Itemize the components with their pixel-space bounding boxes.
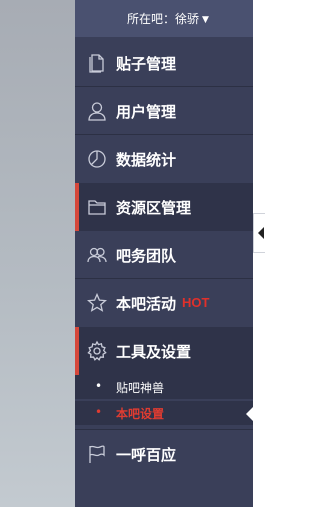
menu-item-label: 用户管理 [116, 103, 177, 121]
collapse-tab[interactable] [253, 213, 265, 253]
menu-item-resource-management[interactable]: 资源区管理 [75, 183, 253, 231]
menu-item-user-management[interactable]: 用户管理 [75, 87, 253, 135]
submenu-item-forum-beast[interactable]: • 贴吧神兽 [75, 375, 253, 399]
menu-item-tools-settings[interactable]: 工具及设置 [75, 327, 253, 375]
user-icon [86, 100, 108, 122]
bullet-icon: • [95, 379, 103, 393]
chevron-left-icon [258, 227, 264, 239]
bullet-icon: • [95, 405, 103, 419]
submenu-item-forum-settings[interactable]: • 本吧设置 [75, 401, 253, 425]
menu-item-label: 本吧活动 [116, 295, 177, 313]
menu-item-label: 工具及设置 [116, 343, 192, 361]
selected-pointer [246, 407, 253, 421]
forum-selector[interactable]: 所在吧：徐骄 ▼ [127, 10, 209, 27]
menu-item-data-statistics[interactable]: 数据统计 [75, 135, 253, 183]
forum-label: 所在吧：徐骄 [127, 12, 200, 26]
caret-down-icon: ▼ [202, 15, 209, 25]
menu-item-label: 吧务团队 [116, 247, 177, 265]
sidebar-header: 所在吧：徐骄 ▼ [75, 0, 253, 37]
menu-item-label: 一呼百应 [116, 446, 177, 464]
flag-icon [86, 443, 108, 465]
menu-item-label: 贴子管理 [116, 55, 177, 73]
star-icon [86, 292, 108, 314]
menu-item-team[interactable]: 吧务团队 [75, 231, 253, 279]
menu-item-label: 数据统计 [116, 151, 177, 169]
gear-icon [86, 340, 108, 362]
submenu-label: 贴吧神兽 [116, 381, 165, 395]
chart-clock-icon [86, 148, 108, 170]
active-marker [75, 327, 79, 375]
menu-item-post-management[interactable]: 贴子管理 [75, 39, 253, 87]
menu-item-broadcast[interactable]: 一呼百应 [75, 430, 253, 478]
sidebar: 所在吧：徐骄 ▼ 贴子管理 用户管理 数据统计 资源区管理 吧务团队 本吧活动 … [75, 0, 253, 507]
menu-item-label: 资源区管理 [116, 199, 192, 217]
page-background [0, 0, 75, 507]
folder-icon [86, 196, 108, 218]
active-marker [75, 183, 79, 231]
hot-badge: HOT [182, 295, 210, 310]
document-icon [86, 52, 108, 74]
menu-item-forum-activity[interactable]: 本吧活动 HOT [75, 279, 253, 327]
submenu-label: 本吧设置 [116, 407, 165, 421]
team-icon [86, 244, 108, 266]
